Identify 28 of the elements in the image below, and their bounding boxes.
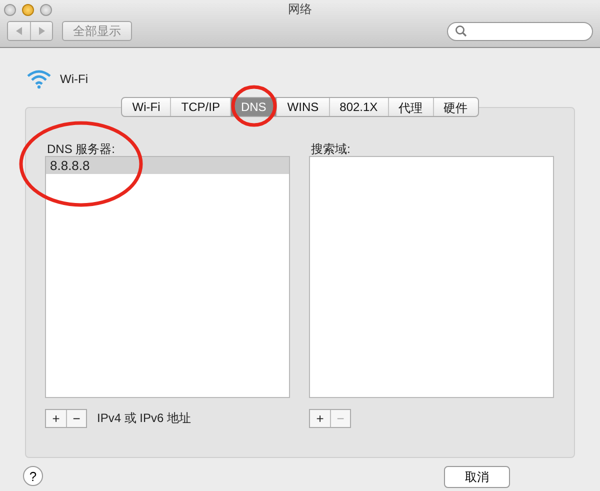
list-label: 搜索域: [310, 141, 352, 156]
wifi-icon [26, 69, 52, 89]
service-name: Wi-Fi [60, 72, 88, 86]
forward-button[interactable] [30, 22, 52, 40]
back-button[interactable] [8, 22, 30, 40]
tab[interactable]: Wi-Fi [122, 98, 170, 116]
list-label: DNS 服务器: [46, 141, 116, 156]
cancel-button[interactable]: 取消 [444, 466, 510, 488]
help-button[interactable]: ? [23, 466, 43, 486]
minimize-button[interactable] [22, 4, 34, 16]
left-triangle-icon [15, 26, 23, 36]
search-icon [455, 25, 467, 37]
tab[interactable]: 硬件 [432, 98, 478, 116]
zoom-button[interactable] [40, 4, 52, 16]
remove-button[interactable]: − [66, 410, 86, 427]
add-button[interactable]: + [310, 410, 330, 427]
list-box[interactable]: 8.8.8.8 [45, 156, 290, 398]
annotation-circle [231, 84, 277, 128]
hint-text: IPv4 或 IPv6 地址 [97, 410, 192, 427]
window-title: 网络 [288, 1, 312, 18]
close-button[interactable] [4, 4, 16, 16]
search-field[interactable] [447, 22, 593, 40]
tab[interactable]: 802.1X [328, 98, 388, 116]
add-button[interactable]: + [46, 410, 66, 427]
right-triangle-icon [38, 26, 46, 36]
tab[interactable]: 代理 [388, 98, 433, 116]
tab[interactable]: WINS [276, 98, 329, 116]
list-item[interactable]: 8.8.8.8 [46, 157, 289, 174]
